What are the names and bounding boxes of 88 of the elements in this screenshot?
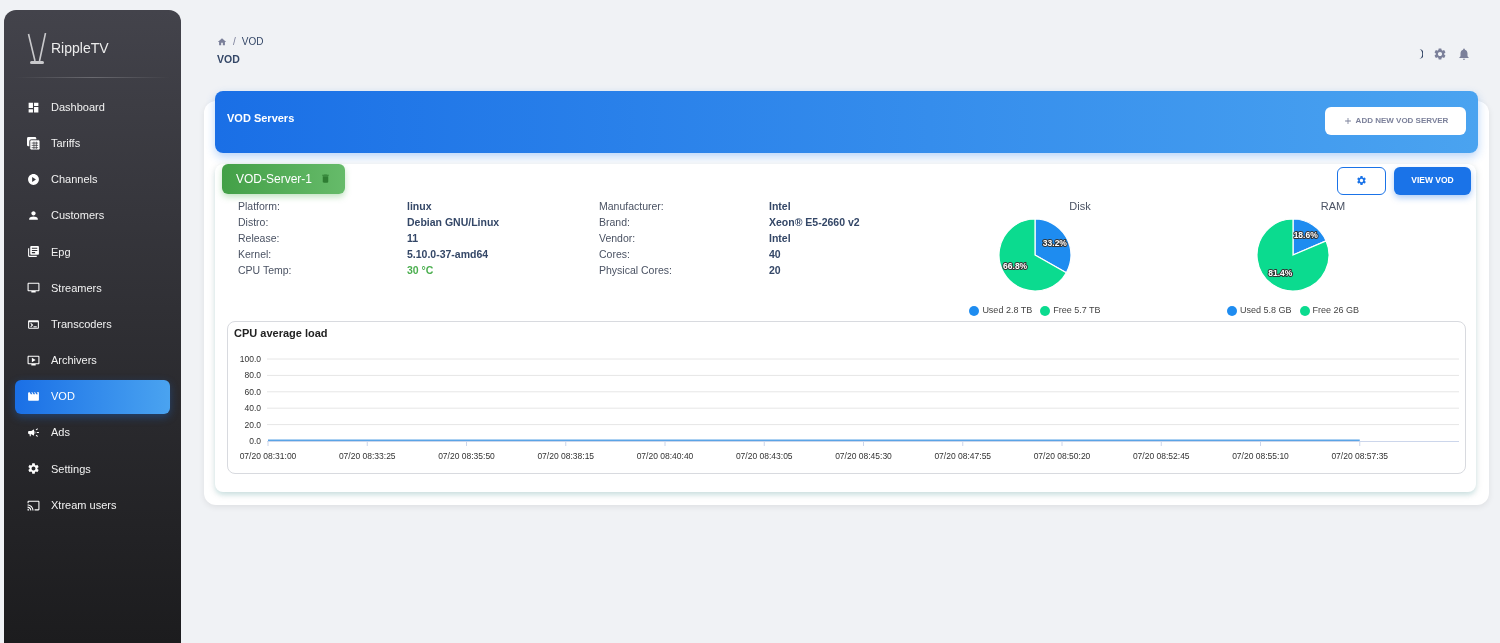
spec-label: Brand: bbox=[599, 214, 631, 230]
spec-label: Physical Cores: bbox=[599, 262, 673, 278]
stacked-pages-icon bbox=[27, 245, 40, 259]
settings-button[interactable] bbox=[1337, 166, 1386, 195]
y-tick-label: 80.0 bbox=[244, 370, 261, 381]
spec-label: Release: bbox=[238, 230, 281, 246]
x-tick-label: 07/20 08:35:50 bbox=[438, 450, 495, 461]
nav-item[interactable]: VOD bbox=[15, 379, 170, 414]
nav-item[interactable]: Dashboard bbox=[15, 90, 170, 124]
breadcrumb-current: VOD bbox=[241, 35, 264, 49]
megaphone-icon bbox=[27, 426, 40, 440]
spec-label: Cores: bbox=[599, 246, 631, 262]
add-server-button[interactable]: ADD NEW VOD SERVER bbox=[1325, 106, 1466, 135]
y-tick-label: 100.0 bbox=[239, 353, 261, 364]
spec-value: 5.10.0-37-amd64 bbox=[407, 246, 490, 262]
spec-label: Kernel: bbox=[238, 246, 273, 262]
monitor-icon bbox=[27, 281, 40, 295]
data-label: 81.4% bbox=[1268, 268, 1293, 279]
y-tick-label: 20.0 bbox=[244, 419, 261, 430]
clapperboard-icon bbox=[27, 390, 40, 403]
play-screen-icon bbox=[27, 353, 40, 367]
spec-label: Manufacturer: bbox=[599, 198, 665, 214]
spec-value: 40 bbox=[769, 246, 782, 262]
trash-icon[interactable] bbox=[320, 173, 331, 185]
chart-title: Disk bbox=[1069, 198, 1091, 214]
spec-value: 30 °C bbox=[407, 262, 435, 278]
x-tick-label: 07/20 08:50:20 bbox=[1033, 450, 1091, 461]
chart-title: RAM bbox=[1320, 198, 1346, 214]
bell-icon[interactable] bbox=[1457, 46, 1471, 61]
server-name: VOD-Server-1 bbox=[236, 170, 312, 188]
nav-item[interactable]: Transcoders bbox=[15, 307, 170, 342]
spec-value: linux bbox=[407, 198, 433, 214]
nav-item[interactable]: Streamers bbox=[15, 270, 170, 305]
x-tick-label: 07/20 08:45:30 bbox=[835, 450, 892, 461]
dashboard-icon bbox=[27, 100, 40, 114]
breadcrumb-separator: / bbox=[233, 35, 236, 49]
x-tick-label: 07/20 08:43:05 bbox=[735, 450, 793, 461]
data-label: 66.8% bbox=[1003, 260, 1028, 271]
person-icon bbox=[27, 209, 40, 223]
data-label: 18.6% bbox=[1293, 229, 1318, 240]
nav-item[interactable]: Customers bbox=[15, 198, 170, 233]
page-title: VOD bbox=[217, 52, 241, 67]
y-tick-label: 40.0 bbox=[244, 402, 261, 413]
spec-value: Intel bbox=[769, 230, 792, 246]
settings-icon bbox=[27, 462, 40, 476]
x-tick-label: 07/20 08:57:35 bbox=[1331, 450, 1389, 461]
spec-value: 11 bbox=[407, 230, 420, 246]
spec-value: Debian GNU/Linux bbox=[407, 214, 501, 230]
cast-icon bbox=[27, 498, 40, 512]
legend-label: Used 5.8 GB bbox=[1239, 304, 1292, 317]
spec-label: CPU Temp: bbox=[238, 262, 293, 278]
view-vod-button[interactable]: VIEW VOD bbox=[1394, 166, 1471, 195]
nav-item[interactable]: Channels bbox=[15, 162, 170, 197]
x-tick-label: 07/20 08:55:10 bbox=[1232, 450, 1289, 461]
stacked-cards-icon bbox=[27, 136, 40, 150]
y-tick-label: 0.0 bbox=[249, 435, 261, 446]
settings-icon bbox=[1356, 175, 1367, 187]
x-tick-label: 07/20 08:52:45 bbox=[1132, 450, 1190, 461]
legend-label: Used 2.8 TB bbox=[982, 304, 1033, 317]
spec-label: Vendor: bbox=[599, 230, 637, 246]
nav-item[interactable]: Settings bbox=[15, 451, 170, 486]
x-tick-label: 07/20 08:40:40 bbox=[636, 450, 694, 461]
spec-label: Platform: bbox=[238, 198, 281, 214]
nav-item[interactable]: Archivers bbox=[15, 343, 170, 378]
settings-icon[interactable] bbox=[1433, 46, 1447, 61]
x-tick-label: 07/20 08:33:25 bbox=[338, 450, 396, 461]
antenna-logo-icon bbox=[27, 33, 47, 64]
data-label: 33.2% bbox=[1042, 237, 1067, 248]
legend-label: Free 26 GB bbox=[1312, 304, 1360, 317]
nav-item[interactable]: Epg bbox=[15, 234, 170, 269]
nav-item[interactable]: Ads bbox=[15, 415, 170, 450]
spec-value: Xeon® E5-2660 v2 bbox=[769, 214, 861, 230]
chart-title: CPU average load bbox=[233, 325, 329, 341]
nav-item[interactable]: Tariffs bbox=[15, 126, 170, 161]
crescent-icon[interactable] bbox=[1419, 48, 1423, 59]
x-tick-label: 07/20 08:47:55 bbox=[934, 450, 992, 461]
x-tick-label: 07/20 08:38:15 bbox=[537, 450, 595, 461]
y-tick-label: 60.0 bbox=[244, 386, 261, 397]
terminal-icon bbox=[27, 317, 40, 331]
spec-label: Distro: bbox=[238, 214, 270, 230]
home-icon[interactable] bbox=[217, 36, 227, 47]
spec-value: 20 bbox=[769, 262, 782, 278]
x-tick-label: 07/20 08:31:00 bbox=[239, 450, 297, 461]
spec-value: Intel bbox=[769, 198, 792, 214]
legend-label: Free 5.7 TB bbox=[1053, 304, 1101, 317]
brand-name: RippleTV bbox=[51, 39, 109, 58]
nav-item[interactable]: Xtream users bbox=[15, 488, 170, 523]
panel-title: VOD Servers bbox=[227, 110, 295, 126]
